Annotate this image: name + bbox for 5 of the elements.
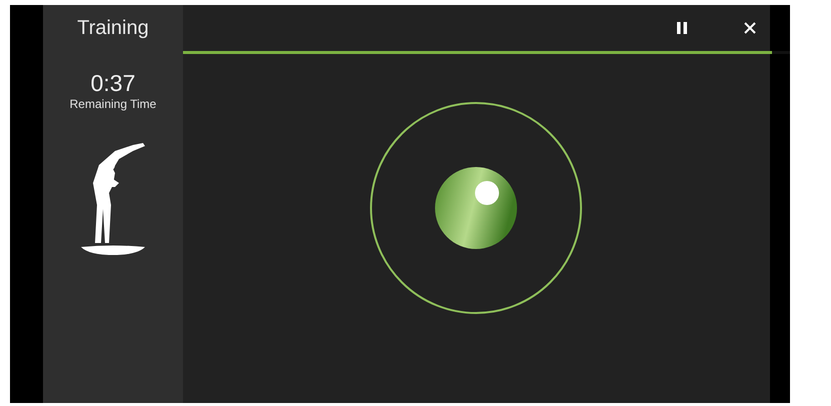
remaining-time-label: Remaining Time [70, 97, 156, 111]
remaining-time: 0:37 [90, 71, 136, 95]
sidebar-title: Training [77, 18, 149, 38]
close-icon [744, 22, 756, 34]
pause-icon [677, 22, 687, 34]
